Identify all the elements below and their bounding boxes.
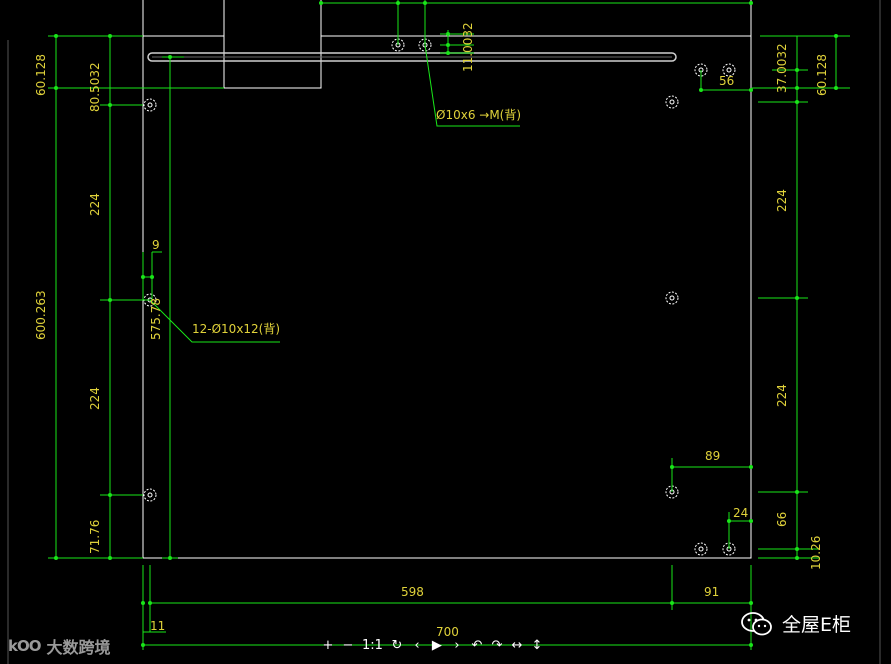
dim-bottom-598: 598 (401, 585, 424, 599)
actual-size-icon[interactable]: 1:1 (362, 636, 383, 656)
dim-inner-height: 575.78 (149, 298, 163, 340)
wechat-icon (741, 611, 772, 635)
watermark-logo-right: 全屋E柜 (740, 610, 851, 637)
brand-text-right: 全屋E柜 (782, 614, 852, 636)
panel-outline (142, 0, 752, 559)
dim-inner-offset: 9 (152, 238, 160, 252)
dim-bottom-91: 91 (704, 585, 719, 599)
dim-bottom-11: 11 (150, 619, 165, 633)
dim-left-224-lower: 224 (88, 387, 102, 410)
dim-top-small: 11.0032 (461, 22, 475, 72)
brand-text-left: 大数跨境 (46, 638, 111, 657)
reset-icon[interactable]: ↻ (391, 636, 403, 656)
dim-right-89: 89 (705, 449, 720, 463)
hole (143, 98, 157, 112)
dim-left-upper: 80.5032 (88, 62, 102, 112)
hole (665, 95, 679, 109)
hole (694, 542, 708, 556)
dimension-lines (48, 0, 850, 650)
dim-left-outer: 600.263 (34, 290, 48, 340)
flip-vertical-icon[interactable]: ↕ (531, 636, 543, 656)
dim-left-top: 60.128 (34, 54, 48, 96)
dim-right-66: 66 (775, 512, 789, 527)
zoom-in-icon[interactable]: + (322, 636, 334, 656)
watermark-logo-left: kOO 大数跨境 (8, 634, 111, 658)
dim-right-24: 24 (733, 506, 748, 520)
dim-right-top-b: 60.128 (815, 54, 829, 96)
dim-right-224-lower: 224 (775, 384, 789, 407)
viewport-frame (7, 0, 881, 664)
play-icon[interactable]: ▶ (431, 636, 443, 656)
viewer-toolbar: + −1:1 ↻ ‹ ▶ › ↶ ↷ ↔ ↕ (322, 636, 543, 656)
previous-icon[interactable]: ‹ (411, 636, 423, 656)
hole (143, 488, 157, 502)
dim-right-56: 56 (719, 74, 734, 88)
dimension-ticks (54, 1, 838, 647)
dim-right-224-upper: 224 (775, 189, 789, 212)
rotate-right-icon[interactable]: ↷ (491, 636, 503, 656)
rotate-left-icon[interactable]: ↶ (471, 636, 483, 656)
note-hole-side: 12-Ø10x12(背) (192, 322, 280, 336)
flip-horizontal-icon[interactable]: ↔ (511, 636, 523, 656)
zoom-out-icon[interactable]: − (342, 636, 354, 656)
dim-right-top-a: 37.0032 (775, 43, 789, 93)
dim-left-bottom: 71.76 (88, 520, 102, 554)
note-hole-top: Ø10x6 →M(背) (436, 108, 521, 122)
cad-drawing-canvas[interactable]: 60.128 600.263 80.5032 224 224 71.76 575… (0, 0, 891, 664)
dim-left-224-upper: 224 (88, 193, 102, 216)
next-icon[interactable]: › (451, 636, 463, 656)
dim-right-10-26: 10.26 (809, 536, 823, 570)
dimension-labels: 60.128 600.263 80.5032 224 224 71.76 575… (34, 22, 829, 639)
brand-mark: kOO (8, 637, 41, 655)
top-slot (147, 52, 677, 62)
hole (665, 291, 679, 305)
